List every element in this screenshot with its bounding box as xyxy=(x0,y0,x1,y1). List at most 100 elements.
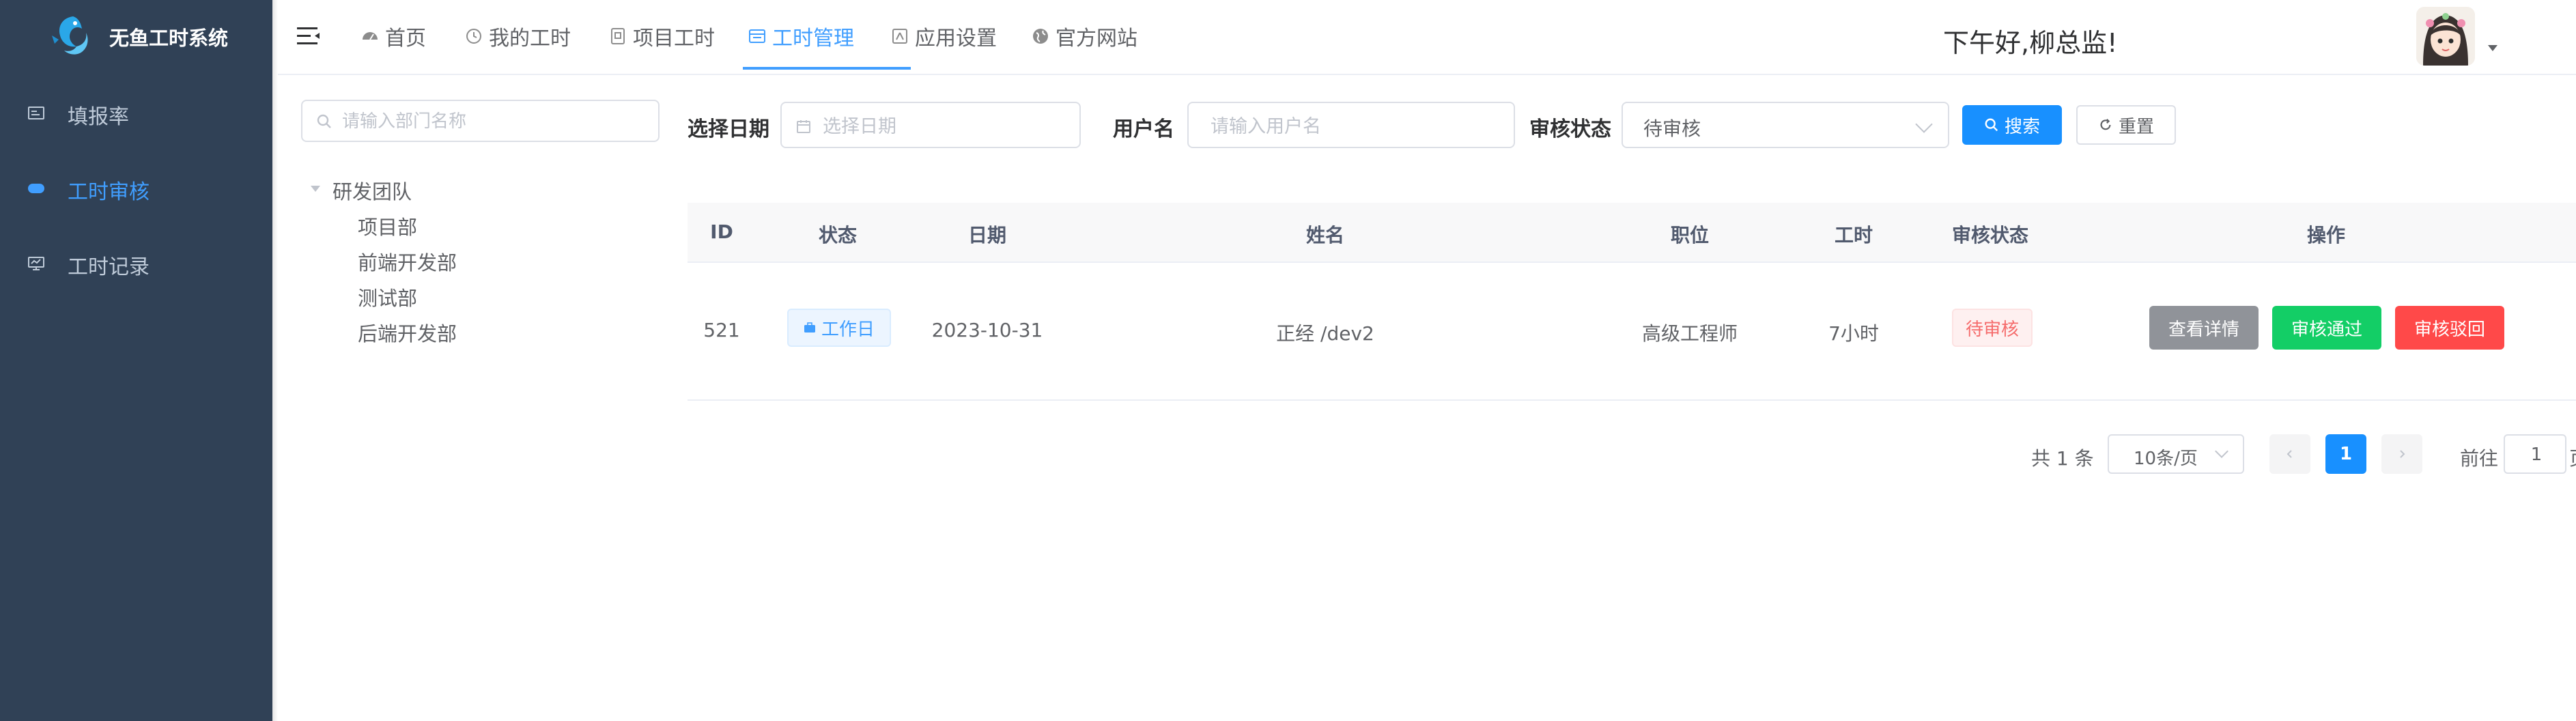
settings-icon xyxy=(892,29,907,44)
greeting-text: 下午好,柳总监! xyxy=(1943,28,2118,58)
column-header: 职位 xyxy=(1670,224,1710,246)
username-input[interactable] xyxy=(1209,113,1505,140)
table-header: ID 状态 日期 姓名 职位 工时 审核状态 操作 xyxy=(688,203,2576,263)
nav-label: 项目工时 xyxy=(633,27,715,51)
hamburger-icon[interactable] xyxy=(297,26,320,46)
app-logo[interactable]: 无鱼工时系统 xyxy=(0,0,272,75)
sidebar-item-label: 填报率 xyxy=(68,105,129,129)
chevron-down-icon xyxy=(2215,444,2228,458)
nav-home[interactable]: 首页 xyxy=(361,0,426,72)
sidebar-item-records[interactable]: 工时记录 xyxy=(0,227,272,302)
nav-official-site[interactable]: 官方网站 xyxy=(1032,0,1137,72)
username-filter-label: 用户名 xyxy=(1113,117,1174,141)
date-picker[interactable] xyxy=(780,102,1081,148)
nav-label: 应用设置 xyxy=(915,27,997,51)
nav-label: 工时管理 xyxy=(772,27,854,51)
department-search-box[interactable] xyxy=(301,100,660,142)
nav-hours-management[interactable]: 工时管理 xyxy=(748,0,854,72)
username-field[interactable] xyxy=(1187,102,1515,148)
page-size-select[interactable]: 10条/页 xyxy=(2108,434,2244,474)
pagination-total: 共 1 条 xyxy=(2031,447,2094,470)
nav-my-hours[interactable]: 我的工时 xyxy=(465,0,571,72)
review-status-value: 待审核 xyxy=(1643,117,1701,140)
user-avatar[interactable] xyxy=(2416,7,2475,66)
nav-app-settings[interactable]: 应用设置 xyxy=(891,0,997,72)
tree-node-child[interactable]: 后端开发部 xyxy=(358,318,457,347)
search-icon xyxy=(1985,118,1998,132)
fish-logo-icon xyxy=(52,16,88,55)
column-header: 工时 xyxy=(1834,224,1873,246)
goto-suffix: 页 xyxy=(2569,444,2576,471)
search-icon xyxy=(317,114,331,128)
column-header: 状态 xyxy=(818,224,858,246)
next-page-button[interactable] xyxy=(2381,434,2422,474)
tree-node-child[interactable]: 前端开发部 xyxy=(358,247,457,276)
reject-button[interactable]: 审核驳回 xyxy=(2395,306,2504,350)
review-status-label: 审核状态 xyxy=(1529,117,1611,141)
app-title: 无鱼工时系统 xyxy=(109,27,229,50)
goto-page-field[interactable] xyxy=(2504,434,2568,474)
nav-label: 首页 xyxy=(385,27,426,51)
sidebar-item-label: 工时审核 xyxy=(68,180,150,204)
column-header: 审核状态 xyxy=(1951,224,2029,246)
avatar-dropdown-caret[interactable] xyxy=(2488,45,2497,51)
chevron-down-icon xyxy=(1915,115,1933,133)
sidebar-shadow xyxy=(272,0,278,721)
column-header: 操作 xyxy=(2306,224,2346,246)
sidebar-item-fill-rate[interactable]: 填报率 xyxy=(0,76,272,152)
prev-page-button[interactable] xyxy=(2269,434,2310,474)
dashboard-icon xyxy=(363,32,378,40)
calendar-icon xyxy=(797,120,810,133)
sidebar-item-review[interactable]: 工时审核 xyxy=(0,152,272,227)
status-badge: 工作日 xyxy=(787,309,891,347)
page-size-value: 10条/页 xyxy=(2134,449,2198,469)
date-filter-label: 选择日期 xyxy=(688,117,769,141)
department-search-input[interactable] xyxy=(341,108,644,135)
tree-node-root[interactable]: 研发团队 xyxy=(332,176,412,205)
goto-label: 前往 xyxy=(2460,447,2499,470)
monitor-icon xyxy=(28,257,44,270)
project-icon xyxy=(611,28,625,44)
globe-icon xyxy=(1033,29,1048,44)
chevron-right-icon xyxy=(2400,450,2405,458)
status-badge-label: 工作日 xyxy=(821,319,875,340)
nav-project-hours[interactable]: 项目工时 xyxy=(609,0,715,72)
top-navbar: 首页 我的工时 项目工时 工时管理 应用设置 官方网站 xyxy=(278,0,2576,75)
tree-node-child[interactable]: 测试部 xyxy=(358,283,417,311)
column-header: 日期 xyxy=(967,224,1007,246)
date-input[interactable] xyxy=(821,113,1070,140)
active-tab-indicator xyxy=(743,67,911,70)
clock-icon xyxy=(466,29,481,44)
manage-icon xyxy=(749,29,765,43)
cell-position: 高级工程师 xyxy=(1641,322,1738,345)
chevron-left-icon xyxy=(2287,450,2292,458)
approve-button[interactable]: 审核通过 xyxy=(2272,306,2381,350)
search-button-label: 搜索 xyxy=(2004,116,2040,137)
search-button[interactable]: 搜索 xyxy=(1962,105,2062,145)
sidebar: 无鱼工时系统 填报率 工时审核 工时记录 xyxy=(0,0,272,721)
nav-label: 官方网站 xyxy=(1056,27,1137,51)
review-status-badge: 待审核 xyxy=(1952,309,2033,347)
cell-id: 521 xyxy=(703,319,740,341)
cell-date: 2023-10-31 xyxy=(931,319,1043,341)
cell-hours: 7小时 xyxy=(1828,322,1879,345)
reset-button[interactable]: 重置 xyxy=(2076,105,2176,145)
column-header: 姓名 xyxy=(1305,224,1345,246)
avatar-icon xyxy=(2416,7,2475,66)
view-detail-button[interactable]: 查看详情 xyxy=(2149,306,2259,350)
nav-label: 我的工时 xyxy=(489,27,571,51)
column-header: ID xyxy=(710,221,733,243)
tree-expand-icon[interactable] xyxy=(311,186,320,192)
page-number-current[interactable]: 1 xyxy=(2325,434,2366,474)
sidebar-item-label: 工时记录 xyxy=(68,255,150,279)
table-row: 521 工作日 2023-10-31 正经 /dev2 高级工程师 7小时 待审… xyxy=(688,263,2576,401)
refresh-icon xyxy=(2100,118,2111,130)
tree-node-child[interactable]: 项目部 xyxy=(358,212,417,240)
reset-button-label: 重置 xyxy=(2118,116,2154,137)
briefcase-icon xyxy=(804,322,815,333)
toggle-icon xyxy=(28,184,44,193)
goto-page-input[interactable] xyxy=(2505,436,2568,474)
review-status-select[interactable]: 待审核 xyxy=(1622,102,1949,148)
cell-name: 正经 /dev2 xyxy=(1276,322,1374,345)
chart-icon xyxy=(28,107,44,119)
